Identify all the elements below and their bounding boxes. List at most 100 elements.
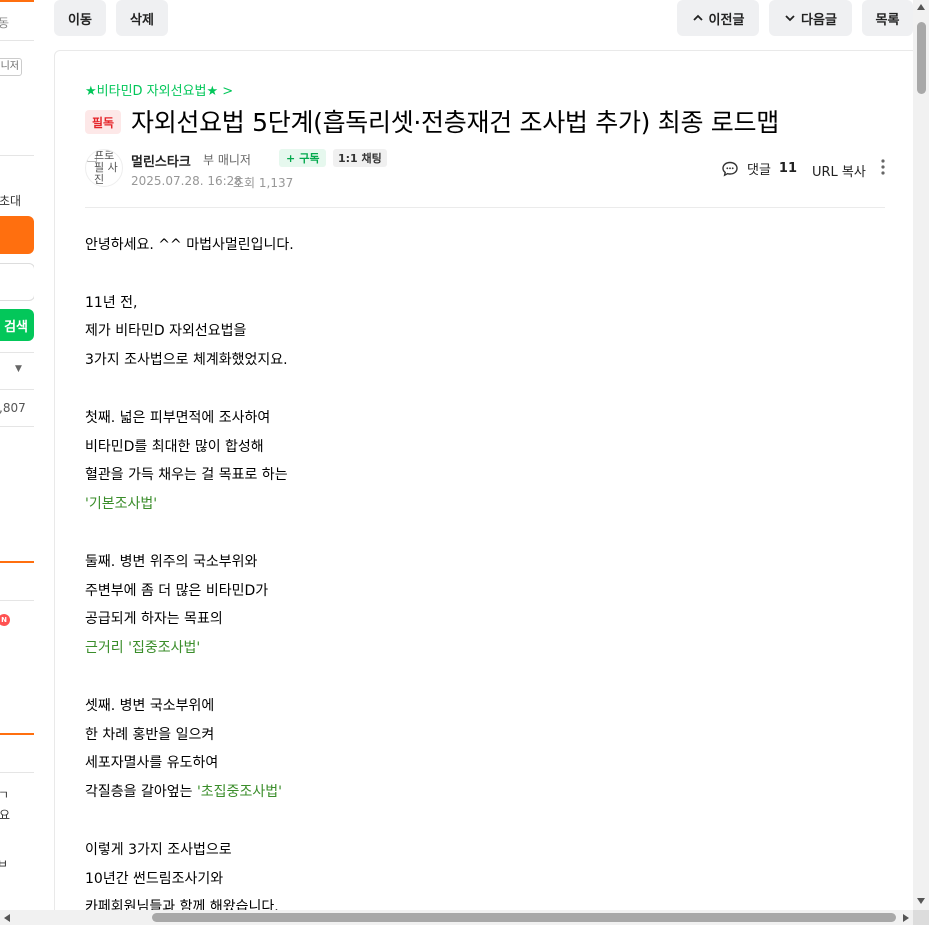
content-line: 공급되게 하자는 목표의: [85, 605, 885, 634]
sidebar-divider: [0, 0, 34, 2]
content-line: [85, 663, 885, 692]
content-line-text: 셋째. 병변 국소부위에: [85, 697, 215, 714]
content-line-text: 공급되게 하자는 목표의: [85, 611, 223, 628]
subscribe-label: 구독: [299, 152, 320, 165]
list-button[interactable]: 목록: [862, 0, 913, 36]
content-line: 첫째. 넓은 피부면적에 조사하여: [85, 404, 885, 433]
cafe-search-input[interactable]: [0, 263, 34, 301]
header-divider: [85, 207, 885, 208]
prev-article-label: 이전글: [708, 12, 745, 28]
content-line-text: 비타민D를 최대한 많이 합성해: [85, 438, 264, 455]
sidebar-divider: [0, 561, 34, 563]
plus-icon: +: [286, 151, 296, 165]
content-line-highlight: '초집중조사법': [196, 784, 282, 801]
move-button-label: 이동: [68, 12, 92, 28]
content-line: 셋째. 병변 국소부위에: [85, 692, 885, 721]
next-article-button[interactable]: 다음글: [769, 0, 852, 36]
sidebar-divider: [0, 155, 34, 156]
next-article-label: 다음글: [801, 12, 837, 28]
content-line-text: 이렇게 3가지 조사법으로: [85, 841, 232, 858]
more-options-icon[interactable]: [875, 157, 891, 177]
content-line: [85, 807, 885, 836]
chevron-down-icon[interactable]: ▼: [15, 364, 22, 374]
comment-icon: [722, 161, 738, 177]
sidebar-text-fragment: 요: [0, 808, 11, 822]
invite-link[interactable]: 초대: [0, 192, 21, 209]
author-level: 부 매니저: [203, 153, 251, 167]
new-badge: N: [0, 614, 10, 626]
vertical-scroll-thumb[interactable]: [917, 22, 926, 94]
delete-button-label: 삭제: [130, 12, 154, 28]
article-card: ★비타민D 자외선요법★ > 필독 자외선요법 5단계(흡독리셋·전층재건 조사…: [54, 50, 918, 922]
content-line: [85, 375, 885, 404]
notice-tag: 필독: [85, 110, 122, 134]
content-line: 11년 전,: [85, 289, 885, 318]
content-line: 각질층을 갈아엎는 '초집중조사법': [85, 778, 885, 807]
content-line: 3가지 조사법으로 체계화했었지요.: [85, 346, 885, 375]
content-line-text: 3가지 조사법으로 체계화했었지요.: [85, 352, 288, 369]
content-line-text: 세포자멸사를 유도하여: [85, 755, 219, 772]
comment-count: 11: [778, 161, 798, 176]
move-button[interactable]: 이동: [54, 0, 106, 36]
cafe-search-button[interactable]: 검색: [0, 309, 34, 341]
horizontal-scrollbar[interactable]: [0, 910, 913, 925]
sidebar-text-fragment: ㄱ: [0, 788, 10, 802]
manager-link[interactable]: 니저: [0, 58, 22, 76]
sidebar-divider: [0, 600, 34, 601]
content-line-text: 첫째. 넓은 피부면적에 조사하여: [85, 409, 271, 426]
url-copy-button[interactable]: URL 복사: [812, 161, 866, 180]
board-link[interactable]: ★비타민D 자외선요법★ >: [85, 80, 233, 99]
content-line: 안녕하세요. ^^ 마법사멀린입니다.: [85, 231, 885, 260]
delete-button[interactable]: 삭제: [116, 0, 168, 36]
left-sidebar: 동 니저 초대 검색 ▼ ,807 N ㄱ 요 ㅂ: [0, 0, 34, 910]
author-name[interactable]: 멀린스타크: [131, 151, 191, 170]
content-line: 주변부에 좀 더 많은 비타민D가: [85, 577, 885, 606]
post-date: 2025.07.28. 16:28: [131, 174, 242, 188]
content-line-text: 안녕하세요. ^^ 마법사멀린입니다.: [85, 237, 294, 253]
sidebar-divider: [0, 40, 34, 41]
sidebar-divider: [0, 426, 34, 427]
content-line: [85, 260, 885, 289]
scroll-right-arrow-icon[interactable]: [903, 914, 909, 922]
content-line-text: 혈관을 가득 채우는 걸 목표로 하는: [85, 467, 288, 484]
content-line: 세포자멸사를 유도하여: [85, 749, 885, 778]
scroll-up-arrow-icon[interactable]: [917, 4, 925, 10]
list-button-label: 목록: [875, 12, 900, 28]
sidebar-text-fragment: 동: [0, 16, 10, 30]
chat-button[interactable]: 1:1 채팅: [333, 149, 387, 167]
scroll-down-arrow-icon[interactable]: [917, 898, 925, 904]
chevron-down-icon: [785, 15, 795, 22]
article-content: 안녕하세요. ^^ 마법사멀린입니다. 11년 전, 제가 비타민D 자외선요법을 3…: [85, 231, 885, 921]
content-line-text: 둘째. 병변 위주의 국소부위와: [85, 553, 258, 570]
content-line: 한 차례 홍반을 일으켜: [85, 721, 885, 750]
content-line: 제가 비타민D 자외선요법을: [85, 317, 885, 346]
content-line: 둘째. 병변 위주의 국소부위와: [85, 548, 885, 577]
prev-article-button[interactable]: 이전글: [677, 0, 759, 36]
sidebar-divider: [0, 733, 34, 735]
horizontal-scroll-thumb[interactable]: [152, 913, 896, 922]
content-line: 10년간 썬드림조사기와: [85, 865, 885, 894]
avatar-alt-text: 프로필 사진: [94, 149, 118, 186]
content-line-text: 한 차례 홍반을 일으켜: [85, 726, 215, 743]
chevron-up-icon: [692, 14, 703, 21]
content-line: 근거리 '집중조사법': [85, 634, 885, 663]
content-line-text: 제가 비타민D 자외선요법을: [85, 323, 247, 340]
author-avatar[interactable]: 프로필 사진: [85, 149, 123, 187]
comment-button[interactable]: 댓글 11: [721, 159, 797, 178]
vertical-scrollbar[interactable]: [913, 0, 929, 910]
content-line: 이렇게 3가지 조사법으로: [85, 836, 885, 865]
subscribe-button[interactable]: + 구독: [279, 149, 327, 167]
content-line: [85, 519, 885, 548]
content-line-text: 근거리 '집중조사법': [85, 640, 201, 657]
article-title: 자외선요법 5단계(흡독리셋·전층재건 조사법 추가) 최종 로드맵: [131, 108, 779, 137]
content-line-text: 11년 전,: [85, 294, 138, 311]
member-count: ,807: [0, 401, 26, 415]
scrollbar-corner: [913, 910, 929, 925]
scroll-left-arrow-icon[interactable]: [4, 914, 10, 922]
cafe-write-button[interactable]: [0, 216, 34, 254]
sidebar-divider: [0, 352, 34, 353]
content-line-text: 각질층을 갈아엎는: [85, 784, 197, 801]
content-line-text: 주변부에 좀 더 많은 비타민D가: [85, 582, 269, 599]
content-line: 비타민D를 최대한 많이 합성해: [85, 433, 885, 462]
sidebar-divider: [0, 389, 34, 390]
